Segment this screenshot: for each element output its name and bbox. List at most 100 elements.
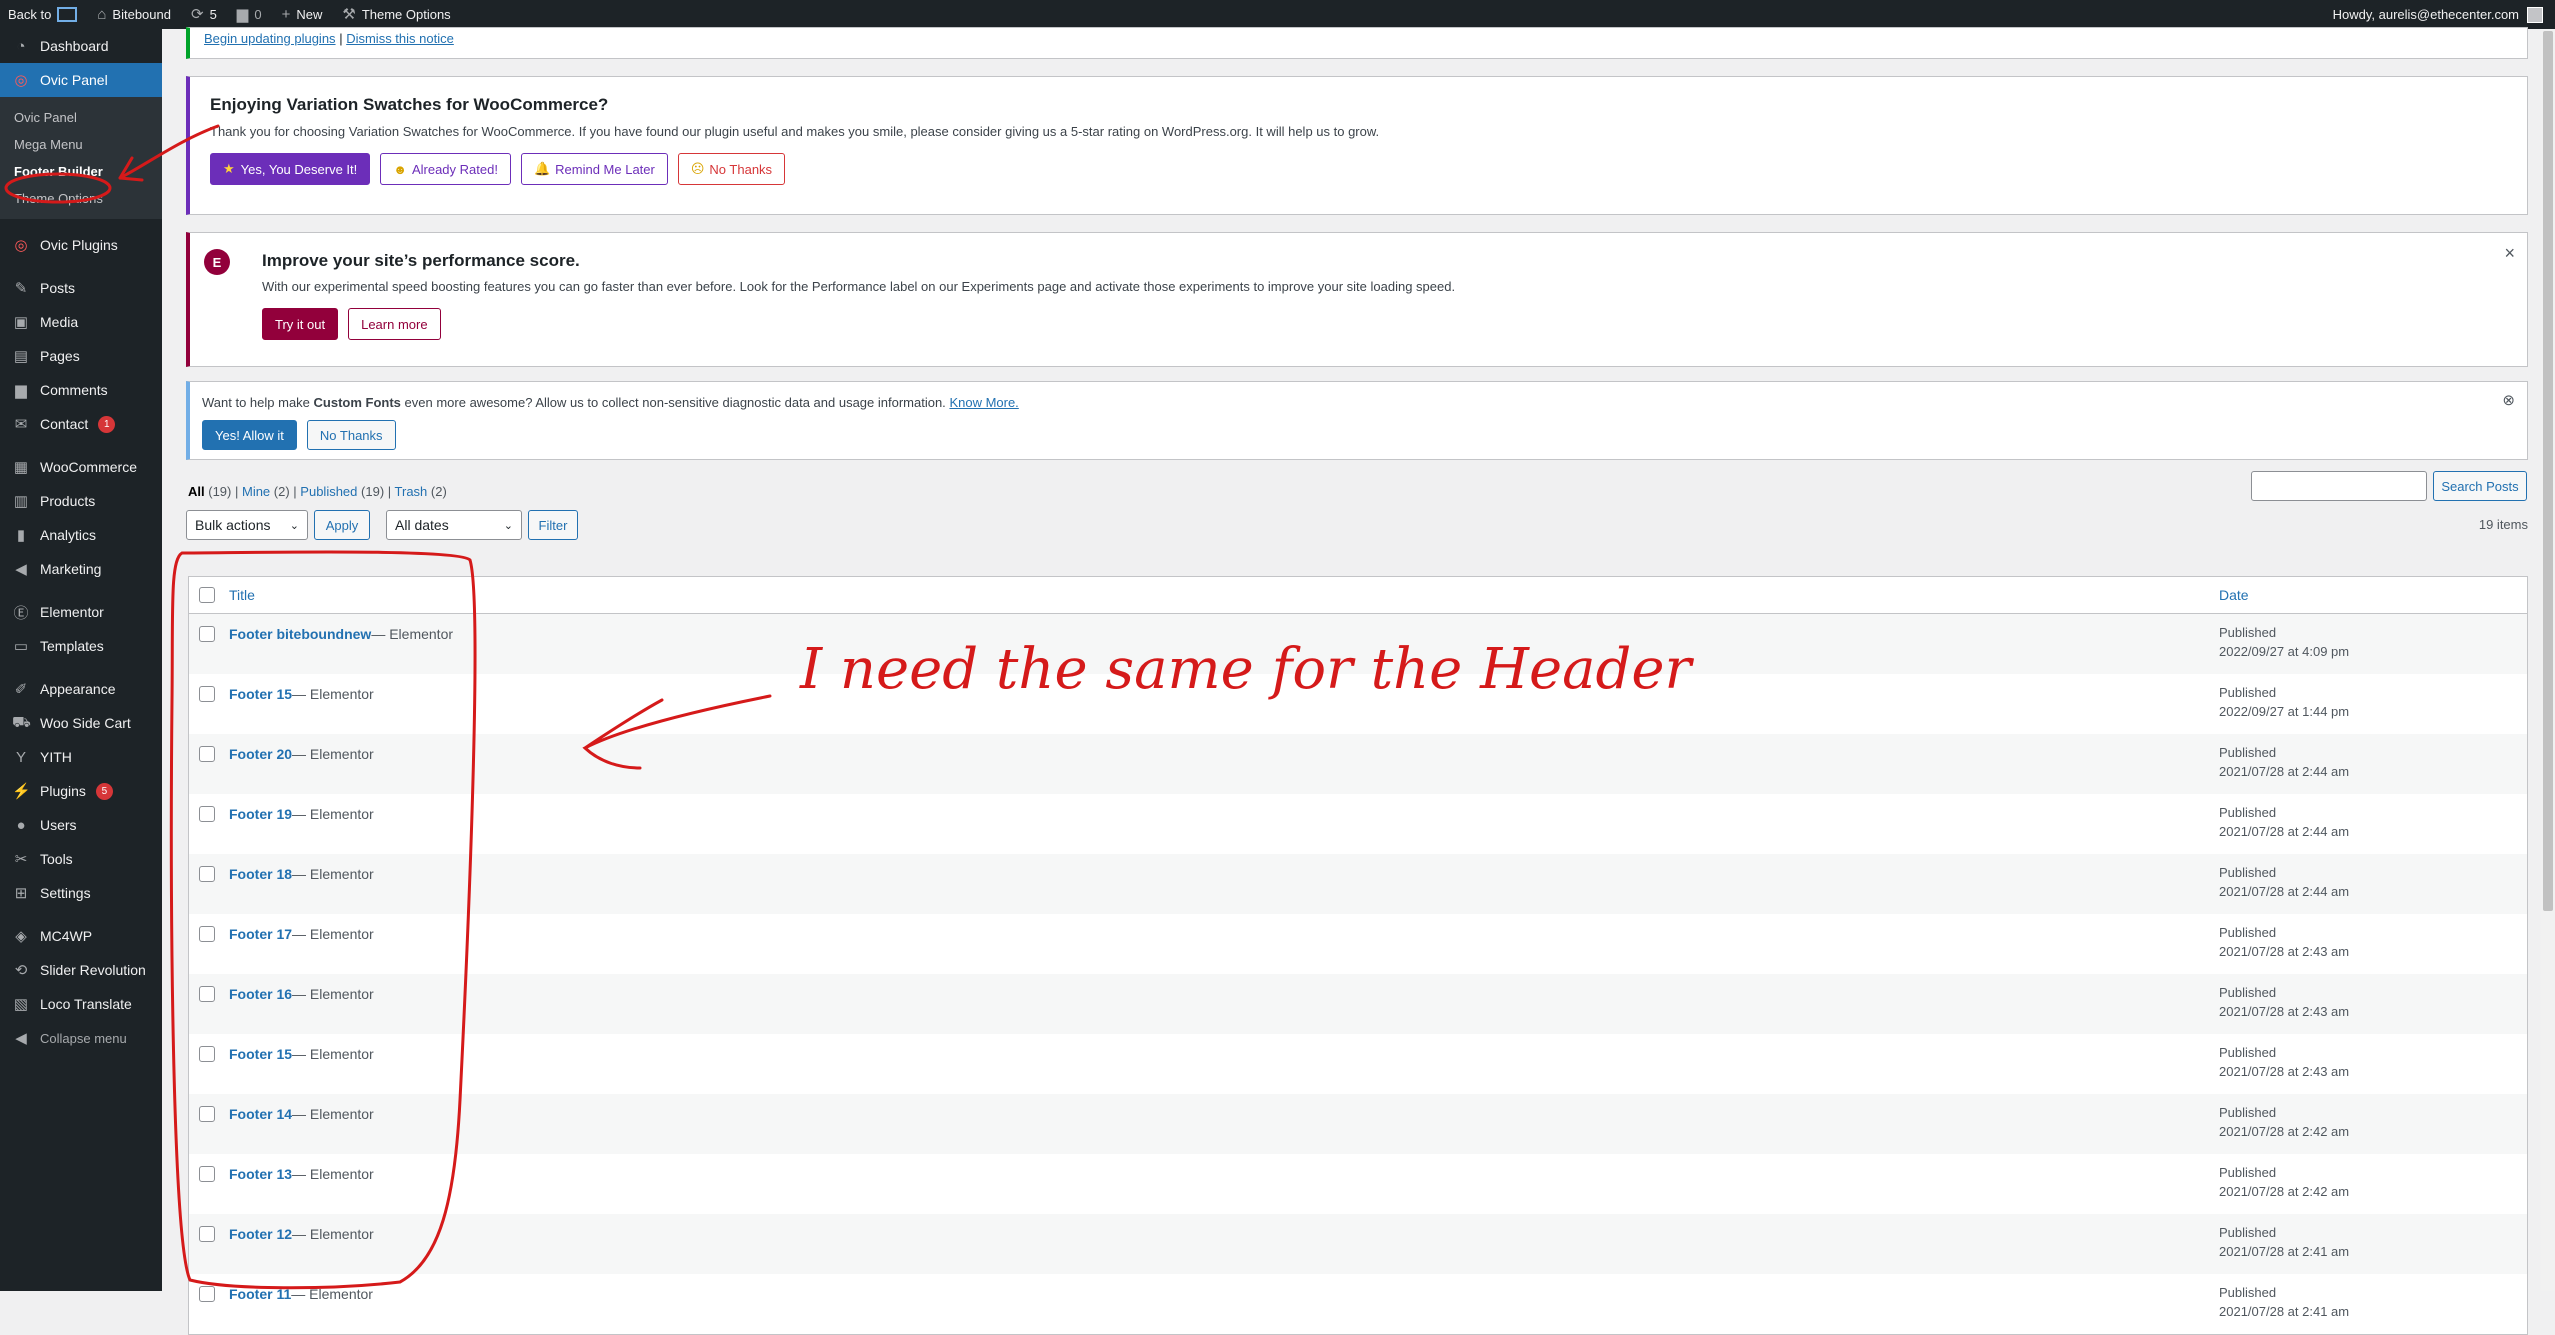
search-posts-button[interactable]: Search Posts xyxy=(2433,471,2527,501)
row-checkbox[interactable] xyxy=(199,1106,215,1122)
submenu-ovic-panel[interactable]: Ovic Panel xyxy=(0,104,162,131)
filter-all[interactable]: All xyxy=(188,484,205,499)
close-icon[interactable]: × xyxy=(2504,243,2515,264)
post-title-link[interactable]: Footer 20 xyxy=(229,746,292,762)
row-checkbox[interactable] xyxy=(199,986,215,1002)
all-count: (19) xyxy=(208,484,232,499)
menu-plugins[interactable]: ⚡ Plugins 5 xyxy=(0,774,162,808)
menu-mc4wp[interactable]: ◈ MC4WP xyxy=(0,919,162,953)
comments-link[interactable]: ▆ 0 xyxy=(237,7,262,22)
bulk-actions-select[interactable]: Bulk actions ⌄ xyxy=(186,510,308,540)
theme-options-link[interactable]: ⚒ Theme Options xyxy=(342,7,450,22)
menu-ovic-plugins[interactable]: ◎ Ovic Plugins xyxy=(0,228,162,262)
elementor-title: Improve your site’s performance score. xyxy=(262,251,580,270)
settings-icon: ⊞ xyxy=(14,885,28,902)
filter-trash[interactable]: Trash xyxy=(395,484,428,499)
collapse-menu-button[interactable]: ◀ Collapse menu xyxy=(0,1021,162,1055)
menu-media[interactable]: ▣ Media xyxy=(0,305,162,339)
cart-icon: ⛟ xyxy=(12,713,31,731)
row-checkbox[interactable] xyxy=(199,1046,215,1062)
post-title-link[interactable]: Footer 14 xyxy=(229,1106,292,1122)
menu-dashboard[interactable]: ◔ Dashboard xyxy=(0,29,162,63)
row-checkbox[interactable] xyxy=(199,866,215,882)
menu-posts[interactable]: ✎ Posts xyxy=(0,271,162,305)
fonts-no-thanks-button[interactable]: No Thanks xyxy=(306,420,396,450)
scrollbar[interactable] xyxy=(2541,29,2555,1291)
post-title-link[interactable]: Footer 18 xyxy=(229,866,292,882)
post-title-link[interactable]: Footer 13 xyxy=(229,1166,292,1182)
try-it-out-button[interactable]: Try it out xyxy=(262,308,339,340)
menu-pages[interactable]: ▤ Pages xyxy=(0,339,162,373)
deserve-it-button[interactable]: ★ Yes, You Deserve It! xyxy=(210,153,371,185)
row-checkbox[interactable] xyxy=(199,1226,215,1242)
post-title-link[interactable]: Footer 11 xyxy=(229,1286,291,1302)
menu-woo-side-cart[interactable]: ⛟ Woo Side Cart xyxy=(0,706,162,740)
menu-templates[interactable]: ▭ Templates xyxy=(0,629,162,663)
published-count: (19) xyxy=(361,484,385,499)
post-title-link[interactable]: Footer 19 xyxy=(229,806,292,822)
menu-products[interactable]: ▥ Products xyxy=(0,484,162,518)
site-name-link[interactable]: ⌂ Bitebound xyxy=(97,7,171,22)
post-status: Published xyxy=(2219,1105,2277,1120)
filter-button[interactable]: Filter xyxy=(528,510,578,540)
window-icon xyxy=(57,7,78,22)
begin-updating-link[interactable]: Begin updating plugins xyxy=(204,31,336,46)
remind-later-button[interactable]: 🔔 Remind Me Later xyxy=(520,153,668,185)
row-checkbox[interactable] xyxy=(199,626,215,642)
post-date: 2021/07/28 at 2:43 am xyxy=(2219,944,2350,959)
elementor-logo-icon: E xyxy=(204,249,230,275)
close-circle-icon[interactable]: ⊗ xyxy=(2502,391,2515,409)
row-checkbox[interactable] xyxy=(199,806,215,822)
allow-it-button[interactable]: Yes! Allow it xyxy=(202,420,297,450)
date-column-header[interactable]: Date xyxy=(2219,587,2249,603)
menu-elementor[interactable]: Ⓔ Elementor xyxy=(0,595,162,629)
menu-marketing[interactable]: ◀ Marketing xyxy=(0,552,162,586)
post-title-link[interactable]: Footer 12 xyxy=(229,1226,292,1242)
menu-loco-translate[interactable]: ▧ Loco Translate xyxy=(0,987,162,1021)
updates-link[interactable]: ⟳ 5 xyxy=(191,7,217,22)
filter-published[interactable]: Published xyxy=(300,484,357,499)
menu-comments[interactable]: ▆ Comments xyxy=(0,373,162,407)
row-checkbox[interactable] xyxy=(199,926,215,942)
menu-woocommerce[interactable]: ▦ WooCommerce xyxy=(0,450,162,484)
know-more-link[interactable]: Know More. xyxy=(949,395,1018,410)
row-checkbox[interactable] xyxy=(199,1166,215,1182)
menu-appearance[interactable]: ✐ Appearance xyxy=(0,672,162,706)
post-title-link[interactable]: Footer biteboundnew xyxy=(229,626,371,642)
menu-settings[interactable]: ⊞ Settings xyxy=(0,876,162,910)
menu-tools[interactable]: ✂ Tools xyxy=(0,842,162,876)
back-to-link[interactable]: Back to xyxy=(8,7,78,22)
filter-mine[interactable]: Mine xyxy=(242,484,270,499)
search-input[interactable] xyxy=(2251,471,2427,501)
already-rated-button[interactable]: ☻ Already Rated! xyxy=(380,153,511,185)
menu-label: Dashboard xyxy=(40,38,109,54)
new-content-link[interactable]: + New xyxy=(282,7,323,22)
select-all-checkbox[interactable] xyxy=(199,587,215,603)
row-checkbox[interactable] xyxy=(199,686,215,702)
menu-yith[interactable]: Y YITH xyxy=(0,740,162,774)
no-thanks-button[interactable]: ☹ No Thanks xyxy=(677,153,786,185)
menu-slider-revolution[interactable]: ⟲ Slider Revolution xyxy=(0,953,162,987)
learn-more-button[interactable]: Learn more xyxy=(348,308,441,340)
scrollbar-thumb[interactable] xyxy=(2543,31,2553,911)
menu-contact[interactable]: ✉ Contact 1 xyxy=(0,407,162,441)
menu-ovic-panel[interactable]: ◎ Ovic Panel xyxy=(0,63,162,97)
apply-button[interactable]: Apply xyxy=(314,510,370,540)
menu-analytics[interactable]: ▮ Analytics xyxy=(0,518,162,552)
dismiss-notice-link[interactable]: Dismiss this notice xyxy=(346,31,454,46)
post-date: 2021/07/28 at 2:41 am xyxy=(2219,1244,2350,1259)
post-title-link[interactable]: Footer 17 xyxy=(229,926,292,942)
row-checkbox[interactable] xyxy=(199,1286,215,1302)
submenu-mega-menu[interactable]: Mega Menu xyxy=(0,131,162,158)
my-account[interactable]: Howdy, aurelis@ethecenter.com xyxy=(2333,0,2543,29)
post-title-link[interactable]: Footer 15 xyxy=(229,1046,292,1062)
submenu-footer-builder[interactable]: Footer Builder xyxy=(0,158,162,185)
submenu-theme-options[interactable]: Theme Options xyxy=(0,185,162,212)
post-title-link[interactable]: Footer 16 xyxy=(229,986,292,1002)
hammer-icon: ⚒ xyxy=(342,6,356,23)
menu-users[interactable]: ● Users xyxy=(0,808,162,842)
post-title-link[interactable]: Footer 15 xyxy=(229,686,292,702)
row-checkbox[interactable] xyxy=(199,746,215,762)
dates-select[interactable]: All dates ⌄ xyxy=(386,510,522,540)
title-column-header[interactable]: Title xyxy=(229,587,255,603)
